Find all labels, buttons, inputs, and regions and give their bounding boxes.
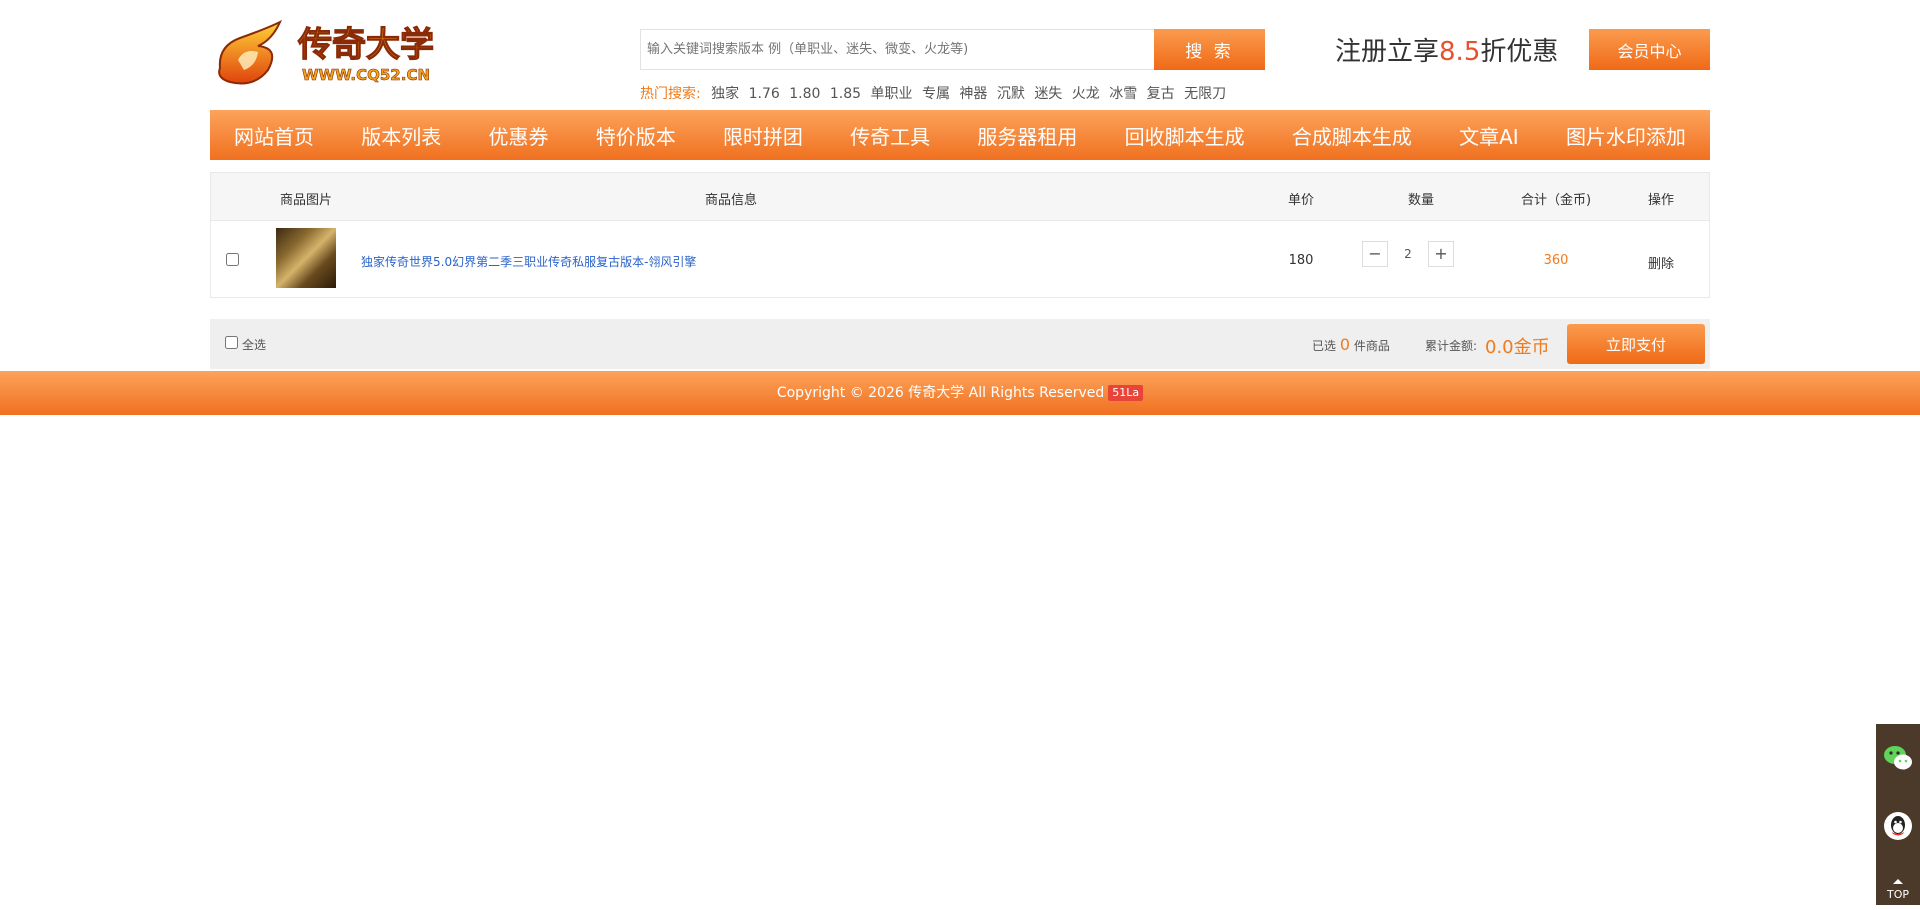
arrow-up-icon: [1893, 879, 1903, 884]
product-title-link[interactable]: 独家传奇世界5.0幻界第二季三职业传奇私服复古版本-翎风引擎: [361, 253, 696, 270]
search-input[interactable]: [640, 29, 1155, 70]
copyright-text: Copyright © 2026 传奇大学 All Rights Reserve…: [776, 385, 1105, 401]
row-subtotal: 360: [1543, 253, 1569, 268]
hot-search-item[interactable]: 复古: [1147, 86, 1175, 102]
top-label: TOP: [1886, 888, 1909, 901]
main-nav: 网站首页 版本列表 优惠券 特价版本 限时拼团 传奇工具 服务器租用 回收脚本生…: [210, 110, 1710, 160]
table-row: 独家传奇世界5.0幻界第二季三职业传奇私服复古版本-翎风引擎 180 − 2 +…: [211, 221, 1709, 298]
header-qty: 数量: [1407, 193, 1434, 208]
hot-search-item[interactable]: 迷失: [1034, 86, 1062, 102]
promo-number: 8.5: [1439, 37, 1481, 67]
site-footer: Copyright © 2026 传奇大学 All Rights Reserve…: [0, 371, 1920, 415]
site-header: 传奇大学 WWW.CQ52.CN 搜 索 热门搜索: 独家 1.76 1.80 …: [210, 0, 1710, 110]
cart-table-header: 商品图片 商品信息 单价 数量 合计（金币) 操作: [211, 173, 1709, 221]
selected-suffix: 件商品: [1353, 339, 1390, 353]
logo-url: WWW.CQ52.CN: [302, 66, 430, 84]
hot-search-item[interactable]: 火龙: [1072, 86, 1100, 102]
select-all-label[interactable]: 全选: [242, 336, 266, 353]
row-checkbox[interactable]: [226, 253, 239, 266]
promo-suffix: 折优惠: [1480, 37, 1559, 67]
selected-count: 0: [1339, 335, 1351, 354]
decrease-button[interactable]: −: [1362, 241, 1388, 267]
hot-search: 热门搜索: 独家 1.76 1.80 1.85 单职业 专属 神器 沉默 迷失 …: [640, 83, 1231, 103]
header-image: 商品图片: [279, 193, 332, 208]
product-thumbnail[interactable]: [276, 228, 336, 288]
pay-now-button[interactable]: 立即支付: [1567, 324, 1705, 364]
nav-item-article-ai[interactable]: 文章AI: [1459, 121, 1519, 150]
nav-item-server-rental[interactable]: 服务器租用: [977, 121, 1077, 150]
nav-item-home[interactable]: 网站首页: [234, 121, 314, 150]
search-box: 搜 索: [640, 29, 1265, 70]
quantity-stepper: − 2 +: [1362, 241, 1454, 267]
cart-table: 商品图片 商品信息 单价 数量 合计（金币) 操作 独家传奇世界5.0幻界第二季…: [210, 172, 1710, 298]
hot-search-item[interactable]: 1.80: [789, 86, 820, 102]
cart-summary-bar: 全选 已选 0 件商品 累计金额: 0.0金币 立即支付: [210, 319, 1710, 369]
header-action: 操作: [1647, 193, 1674, 208]
delete-link[interactable]: 删除: [1641, 253, 1681, 272]
nav-item-merge-script[interactable]: 合成脚本生成: [1292, 121, 1412, 150]
nav-item-tools[interactable]: 传奇工具: [850, 121, 930, 150]
nav-item-specials[interactable]: 特价版本: [596, 121, 676, 150]
qq-icon[interactable]: [1880, 808, 1916, 844]
hot-search-item[interactable]: 神器: [959, 86, 987, 102]
hot-search-item[interactable]: 冰雪: [1109, 86, 1137, 102]
header-price: 单价: [1287, 193, 1314, 208]
member-center-button[interactable]: 会员中心: [1589, 29, 1710, 70]
unit-price: 180: [1288, 253, 1314, 268]
nav-item-coupons[interactable]: 优惠券: [488, 121, 548, 150]
nav-item-recycle-script[interactable]: 回收脚本生成: [1125, 121, 1245, 150]
total-value: 0.0金币: [1485, 337, 1550, 358]
hot-search-item[interactable]: 1.85: [830, 86, 861, 102]
logo-title: 传奇大学: [297, 25, 434, 65]
nav-item-versions[interactable]: 版本列表: [361, 121, 441, 150]
header-info: 商品信息: [704, 193, 757, 208]
hot-search-item[interactable]: 独家: [711, 86, 739, 102]
hot-search-item[interactable]: 无限刀: [1184, 86, 1226, 102]
promo-prefix: 注册立享: [1335, 37, 1440, 67]
hot-search-item[interactable]: 单职业: [871, 86, 913, 102]
search-button[interactable]: 搜 索: [1154, 29, 1265, 70]
total-label: 累计金额:: [1425, 339, 1478, 353]
header-total: 合计（金币): [1520, 193, 1592, 208]
selected-count-text: 已选 0 件商品: [1312, 335, 1390, 354]
site-logo[interactable]: 传奇大学 WWW.CQ52.CN: [210, 18, 478, 94]
register-promo: 注册立享8.5折优惠: [1335, 31, 1558, 68]
side-toolbar: TOP: [1876, 724, 1920, 905]
select-all-checkbox[interactable]: [225, 336, 238, 349]
selected-prefix: 已选: [1312, 339, 1337, 353]
quantity-input[interactable]: 2: [1388, 241, 1428, 267]
increase-button[interactable]: +: [1428, 241, 1454, 267]
hot-search-item[interactable]: 沉默: [997, 86, 1025, 102]
hot-search-item[interactable]: 1.76: [749, 86, 780, 102]
hot-search-item[interactable]: 专属: [922, 86, 950, 102]
stats-badge[interactable]: 51La: [1108, 385, 1144, 401]
wechat-icon[interactable]: [1880, 740, 1916, 776]
nav-item-watermark[interactable]: 图片水印添加: [1566, 121, 1686, 150]
nav-item-group-buy[interactable]: 限时拼团: [723, 121, 803, 150]
hot-search-label: 热门搜索:: [640, 86, 701, 102]
